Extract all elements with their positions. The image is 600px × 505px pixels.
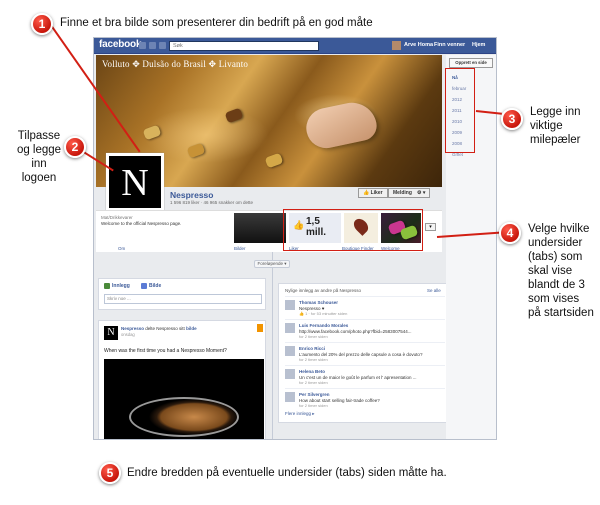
entry-text: How about start selling fair-trade coffe… [299, 397, 380, 403]
tab-photos-label[interactable]: Bilder [234, 246, 246, 251]
list-item: Enrico Ricci L'aumento del 20% del prezzo… [285, 342, 445, 362]
annotation-4-box [283, 209, 423, 251]
top-bar: facebook Søk Arve Homa Finn venner Hjem [94, 38, 496, 54]
post-card: N Nespresso delte Nespresso sitt bilde o… [98, 320, 266, 439]
create-page-button[interactable]: Opprett en side [449, 58, 493, 68]
page-title[interactable]: Nespresso [170, 190, 213, 200]
annotation-text-3: Legge inn viktige milepæler [530, 106, 581, 146]
entry-time: for 2 timer siden [299, 357, 328, 362]
more-tabs-button[interactable]: ▾ [425, 223, 436, 231]
page-stats: 1 596 819 liker · 46 965 snakker om dett… [170, 200, 254, 205]
post-question: When was the first time you had a Nespre… [104, 348, 227, 354]
capsule-yellow [264, 152, 284, 169]
entry-text: Nespresso ♥ [299, 305, 325, 311]
capsule-amber [186, 142, 206, 159]
like-button[interactable]: 👍 Liker [358, 188, 388, 198]
post-time: onsdag [121, 332, 135, 337]
annotation-badge-1: 1 [31, 13, 53, 35]
entry-time: for 2 timer siden [299, 334, 328, 339]
user-avatar[interactable] [392, 41, 401, 50]
entry-time: for 2 timer siden [299, 403, 328, 408]
entry-name[interactable]: Helena Beto [299, 369, 325, 374]
avatar[interactable] [285, 369, 295, 379]
espresso-photo[interactable] [104, 359, 264, 439]
see-all-link[interactable]: Se alle [427, 288, 441, 293]
recent-posts-title: Nylige innlegg av andre på Nespresso [285, 288, 362, 293]
friend-requests-icon[interactable] [139, 42, 146, 49]
list-item: Helena Beto Un c'est un de maior le goût … [285, 365, 445, 385]
annotation-badge-2: 2 [64, 136, 86, 158]
profile-logo[interactable]: N [106, 153, 164, 211]
entry-text: L'aumento del 20% del prezzo delle capsu… [299, 351, 423, 357]
avatar[interactable] [285, 392, 295, 402]
post-header: Nespresso delte Nespresso sitt bilde [121, 326, 197, 331]
composer-tab-post[interactable]: Innlegg [112, 283, 130, 289]
cup-rim [129, 397, 239, 437]
list-item: Thomas Schouser Nespresso ♥ 👍 1 · for 53 m… [285, 296, 445, 316]
tab-photos[interactable] [234, 213, 286, 243]
avatar[interactable] [285, 346, 295, 356]
find-friends-link[interactable]: Finn venner [434, 42, 465, 48]
annotation-badge-3: 3 [501, 108, 523, 130]
annotation-text-4: Velge hvilke undersider (tabs) som skal vis… [528, 223, 594, 319]
bookmark-icon[interactable] [257, 324, 263, 332]
nespresso-logo-letter: N [121, 162, 149, 204]
composer-card: Innlegg Bilde Skriv noe ... [98, 278, 266, 310]
composer-tab-photo[interactable]: Bilde [149, 283, 161, 289]
now-marker[interactable]: Foreløpende ▾ [254, 260, 290, 268]
entry-time: for 2 timer siden [299, 380, 328, 385]
annotation-text-1: Finne et bra bilde som presenterer din b… [60, 17, 373, 29]
entry-name[interactable]: Thomas Schouser [299, 300, 338, 305]
notifications-icon[interactable] [159, 42, 166, 49]
messages-icon[interactable] [149, 42, 156, 49]
composer-input[interactable]: Skriv noe ... [104, 294, 262, 304]
entry-time: 👍 1 · for 53 minutter siden [299, 311, 348, 316]
entry-name[interactable]: Enrico Ricci [299, 346, 325, 351]
annotation-badge-4: 4 [499, 222, 521, 244]
recent-posts-card: Nylige innlegg av andre på Nespresso Se … [278, 283, 450, 423]
entry-text: Un c'est un de maior le goût le parfum e… [299, 374, 417, 380]
facebook-logo[interactable]: facebook [99, 39, 142, 50]
search-input[interactable]: Søk [169, 41, 319, 51]
avatar[interactable] [285, 323, 295, 333]
list-item: Per Silvergren How about start selling fa… [285, 388, 445, 408]
avatar[interactable] [285, 300, 295, 310]
annotation-3-box [445, 68, 475, 153]
about-link[interactable]: Om [118, 246, 125, 251]
cover-brand-text: Volluto ✥ Dulsão do Brasil ✥ Livanto [102, 59, 249, 69]
entry-name[interactable]: Luis Fernando Morales [299, 323, 348, 328]
post-avatar[interactable]: N [104, 326, 118, 340]
status-icon [104, 283, 110, 289]
about-text: Welcome to the official Nespresso page. [101, 221, 182, 226]
annotation-badge-5: 5 [99, 462, 121, 484]
annotation-text-2: Tilpasse og legge inn logoen [16, 130, 62, 184]
user-name-link[interactable]: Arve Homa [404, 42, 433, 48]
page-category: Mat/Drikkevarer [101, 215, 133, 220]
hand-image [302, 98, 380, 152]
list-item: Luis Fernando Morales http://www.facebook… [285, 319, 445, 339]
capsule-brown [224, 107, 244, 124]
home-link[interactable]: Hjem [472, 42, 485, 48]
settings-button[interactable]: ⚙ ▾ [413, 188, 431, 198]
entry-name[interactable]: Per Silvergren [299, 392, 330, 397]
more-posts-link[interactable]: Flere innlegg ▸ [285, 411, 315, 417]
photo-icon [141, 283, 147, 289]
entry-text: http://www.facebook.com/photo.php?fbid=2… [299, 328, 412, 334]
capsule-gold [142, 124, 162, 141]
annotation-text-5: Endre bredden på eventuelle undersider (… [127, 467, 447, 479]
timeline-spine [272, 252, 273, 439]
